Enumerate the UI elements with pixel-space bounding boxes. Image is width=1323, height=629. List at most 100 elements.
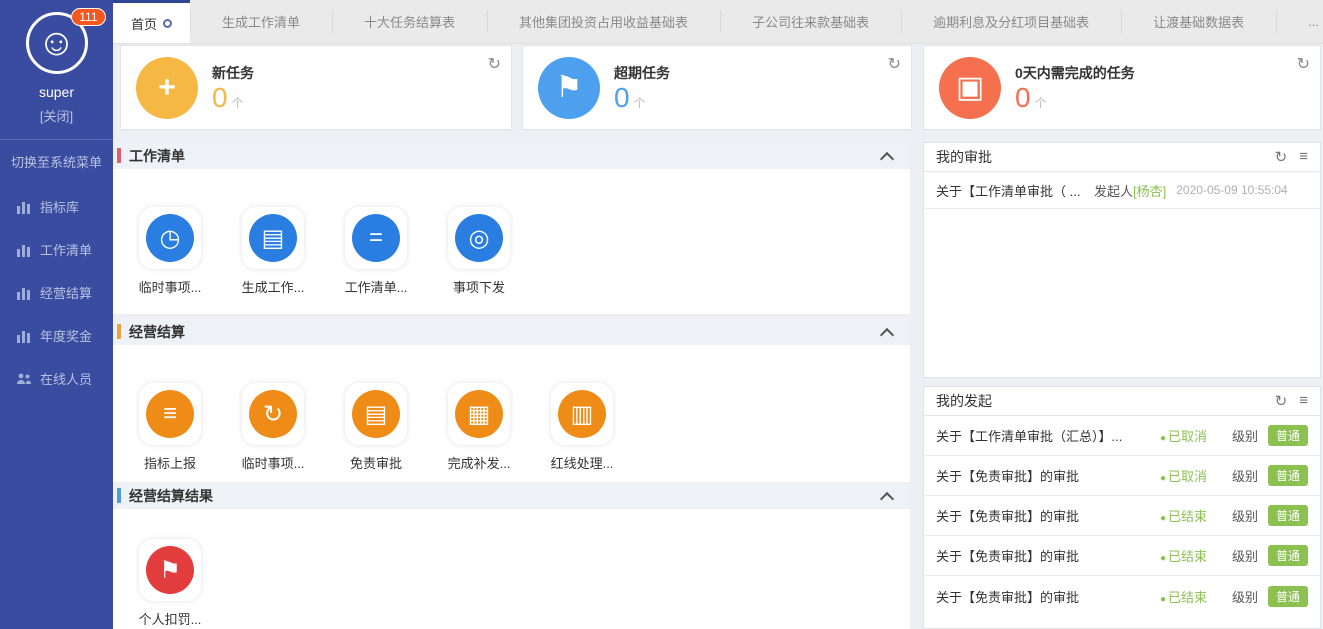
squares-icon: ▣ [939,57,1001,119]
section-accent-bar [117,488,121,503]
app-tile-indicator-report[interactable]: ≡ 指标上报 [131,383,209,472]
tab-more[interactable]: ... [1276,0,1323,43]
tile-label: 工作清单... [345,277,408,296]
level-label: 级别 [1232,466,1258,485]
app-tile-temp-items[interactable]: ◷ 临时事项... [131,207,209,296]
section-header: 经营结算 [113,318,910,345]
initiated-title: 关于【免责审批】的审批 [936,546,1160,565]
sidebar: ☺ 111 super [关闭] 切换至系统菜单 指标库 工作清单 经营结算 年… [0,0,113,629]
chart-icon [16,329,32,343]
people-icon [16,372,32,386]
panel-title: 我的审批 [936,147,992,167]
folder-document-icon: ▦ [455,390,503,438]
smiley-face-icon: ☺ [37,24,76,62]
section-title: 工作清单 [129,146,185,166]
chat-bubble-icon: = [352,214,400,262]
tile-label: 临时事项... [242,453,305,472]
hamburger-menu-icon[interactable]: ≡ [1299,148,1308,166]
approval-row[interactable]: 关于【工作清单审批（ ... 发起人 [杨杏] 2020-05-09 10:55… [924,172,1320,209]
tab-subsidiary-transactions[interactable]: 子公司往来款基础表 [720,0,901,43]
stat-value: 0 [614,82,630,113]
tab-home[interactable]: 首页 [113,0,190,43]
sidebar-item-annual-bonus[interactable]: 年度奖金 [0,314,113,357]
priority-badge: 普通 [1268,545,1308,566]
section-title: 经营结算 [129,322,185,342]
calculator-refresh-icon: ↻ [249,390,297,438]
app-tile-temp-items-settle[interactable]: ↻ 临时事项... [234,383,312,472]
close-link[interactable]: [关闭] [0,106,113,125]
level-label: 级别 [1232,506,1258,525]
status-dot-icon: ● [1160,594,1166,605]
initiated-title: 关于【免责审批】的审批 [936,587,1160,606]
section-title: 经营结算结果 [129,486,213,506]
tab-transfer-base-data[interactable]: 让渡基础数据表 [1121,0,1276,43]
app-tile-generate-work[interactable]: ▤ 生成工作... [234,207,312,296]
sidebar-item-business-settlement[interactable]: 经营结算 [0,271,113,314]
report-chart-icon: ≡ [146,390,194,438]
chart-icon [16,200,32,214]
initiated-title: 关于【工作清单审批（汇总）】... [936,426,1160,445]
priority-badge: 普通 [1268,425,1308,446]
section-business-settlement: 经营结算 ≡ 指标上报 ↻ 临时事项... ▤ 免责审批 ▦ 完成 [113,318,910,482]
user-area: ☺ 111 super [关闭] [0,0,113,125]
initiated-row[interactable]: 关于【免责审批】的审批 ●已结束 级别 普通 [924,576,1320,616]
refresh-icon[interactable]: ↻ [488,54,501,74]
gauge-icon: ◷ [146,214,194,262]
gear-icon[interactable] [163,19,172,28]
sidebar-item-online-users[interactable]: 在线人员 [0,357,113,400]
books-upload-icon: ▤ [249,214,297,262]
tab-overdue-interest-dividend[interactable]: 逾期利息及分红项目基础表 [901,0,1121,43]
sidebar-item-work-list[interactable]: 工作清单 [0,228,113,271]
sidebar-item-indicator-library[interactable]: 指标库 [0,185,113,228]
stat-value: 0 [1015,82,1031,113]
stat-value: 0 [212,82,228,113]
app-tile-work-list[interactable]: = 工作清单... [337,207,415,296]
status-dot-icon: ● [1160,513,1166,524]
main-content: ↻ + 新任务 0个 ↻ ⚑ 超期任务 0个 ↻ ▣ 0天内需完成的任务 0个 [113,44,1323,629]
initiated-row[interactable]: 关于【免责审批】的审批 ●已结束 级别 普通 [924,496,1320,536]
app-tile-exemption-approval[interactable]: ▤ 免责审批 [337,383,415,472]
status-text: ●已取消 [1160,466,1232,485]
app-tile-personal-penalty[interactable]: ⚑ 个人扣罚... [131,539,209,628]
plus-icon: + [136,57,198,119]
status-text: ●已结束 [1160,546,1232,565]
initiated-row[interactable]: 关于【工作清单审批（汇总）】... ●已取消 级别 普通 [924,416,1320,456]
tile-label: 指标上报 [144,453,196,472]
stat-unit: 个 [1035,96,1047,110]
notification-badge[interactable]: 111 [71,8,105,26]
panel-title: 我的发起 [936,391,992,411]
level-label: 级别 [1232,587,1258,606]
stat-unit: 个 [634,96,646,110]
stat-unit: 个 [232,96,244,110]
tab-ten-tasks-settlement[interactable]: 十大任务结算表 [332,0,487,43]
priority-badge: 普通 [1268,505,1308,526]
chevron-up-icon[interactable] [882,151,892,161]
initiated-row[interactable]: 关于【免责审批】的审批 ●已取消 级别 普通 [924,456,1320,496]
refresh-icon[interactable]: ↻ [1275,148,1288,166]
my-initiated-panel: 我的发起 ↻ ≡ 关于【工作清单审批（汇总）】... ●已取消 级别 普通 关于… [923,386,1321,629]
initiated-row[interactable]: 关于【免责审批】的审批 ●已结束 级别 普通 [924,536,1320,576]
section-accent-bar [117,148,121,163]
chevron-up-icon[interactable] [882,327,892,337]
stat-title: 0天内需完成的任务 [1015,63,1135,83]
app-tile-completion-reissue[interactable]: ▦ 完成补发... [440,383,518,472]
chart-icon [16,243,32,257]
tile-label: 临时事项... [139,277,202,296]
tab-generate-work-list[interactable]: 生成工作清单 [190,0,332,43]
tab-other-group-investment[interactable]: 其他集团投资占用收益基础表 [487,0,720,43]
chevron-up-icon[interactable] [882,491,892,501]
refresh-icon[interactable]: ↻ [888,54,901,74]
refresh-icon[interactable]: ↻ [1297,54,1310,74]
stat-title: 超期任务 [614,63,670,83]
initiated-title: 关于【免责审批】的审批 [936,466,1160,485]
hamburger-menu-icon[interactable]: ≡ [1299,392,1308,410]
refresh-icon[interactable]: ↻ [1275,392,1288,410]
my-approvals-panel: 我的审批 ↻ ≡ 关于【工作清单审批（ ... 发起人 [杨杏] 2020-05… [923,142,1321,378]
section-header: 工作清单 [113,142,910,169]
section-work-list: 工作清单 ◷ 临时事项... ▤ 生成工作... = 工作清单... ◎ [113,142,910,314]
app-tile-redline-handling[interactable]: ▥ 红线处理... [543,383,621,472]
chart-icon [16,286,32,300]
app-tile-item-dispatch[interactable]: ◎ 事项下发 [440,207,518,296]
section-accent-bar [117,324,121,339]
switch-system-menu[interactable]: 切换至系统菜单 [0,139,113,183]
